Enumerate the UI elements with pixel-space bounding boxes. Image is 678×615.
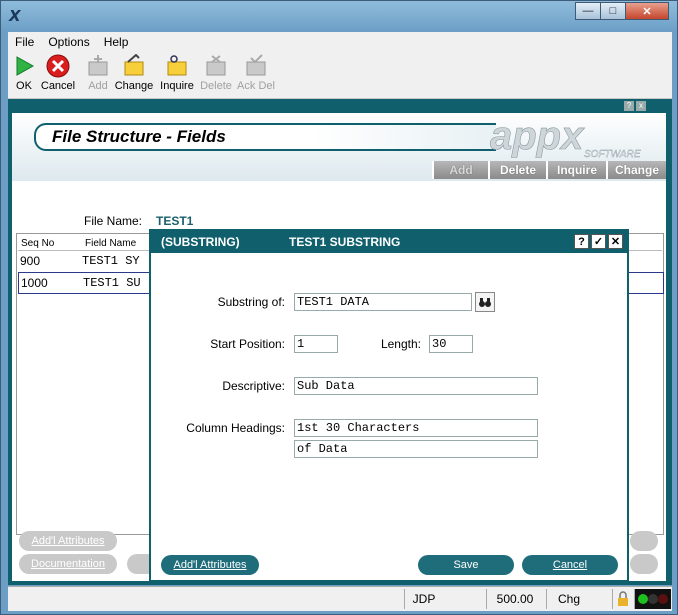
cancel-label: Cancel <box>40 80 76 92</box>
inquire-button[interactable]: Inquire <box>158 54 196 92</box>
add-label: Add <box>88 80 108 92</box>
menu-file[interactable]: File <box>8 35 41 49</box>
descriptive-label: Descriptive: <box>222 379 285 393</box>
menu-bar: File Options Help <box>8 32 672 52</box>
length-field[interactable]: 30 <box>429 335 473 353</box>
app-x-icon: X <box>9 7 21 25</box>
page-title: File Structure - Fields <box>52 127 226 146</box>
close-small-icon[interactable]: x <box>636 101 646 111</box>
cancel-button[interactable]: Cancel <box>522 555 618 575</box>
ack-delete-button[interactable]: Ack Del <box>236 54 276 92</box>
hidden-button-right-2[interactable] <box>630 554 658 574</box>
row-seq: 900 <box>20 254 41 268</box>
descriptive-field[interactable]: Sub Data <box>294 377 538 395</box>
svg-text:appx: appx <box>490 115 585 158</box>
dialog-title-bar: (SUBSTRING) TEST1 SUBSTRING ? ✓ ✕ <box>151 231 627 253</box>
row-seq: 1000 <box>21 276 48 290</box>
help-small-icon[interactable]: ? <box>624 101 634 111</box>
ok-label: OK <box>16 80 32 92</box>
status-mode: Chg <box>546 589 591 609</box>
change-label: Change <box>114 80 154 92</box>
hidden-button-right[interactable] <box>630 531 658 551</box>
documentation-button[interactable]: Documentation <box>19 554 117 574</box>
menu-help[interactable]: Help <box>97 35 136 49</box>
add-icon <box>85 54 111 78</box>
column-heading-1-field[interactable]: 1st 30 Characters <box>294 419 538 437</box>
application-window: X — □ ✕ File Options Help OK Cancel Add … <box>0 0 678 615</box>
cancel-toolbar-button[interactable]: Cancel <box>40 54 76 92</box>
column-heading-2-field[interactable]: of Data <box>294 440 538 458</box>
traffic-light-icon <box>634 589 671 609</box>
minimize-button[interactable]: — <box>575 2 601 20</box>
tab-delete[interactable]: Delete <box>488 161 546 179</box>
file-name-label: File Name: <box>84 214 143 228</box>
substring-dialog: (SUBSTRING) TEST1 SUBSTRING ? ✓ ✕ Substr… <box>149 229 629 582</box>
appx-logo: appx SOFTWARE <box>482 114 662 160</box>
delete-button[interactable]: Delete <box>198 54 234 92</box>
dialog-controls: ? ✓ ✕ <box>572 234 623 249</box>
play-icon <box>11 54 37 78</box>
substring-of-label: Substring of: <box>217 295 285 309</box>
dialog-title-name: TEST1 SUBSTRING <box>289 235 401 249</box>
ack-delete-label: Ack Del <box>237 80 275 92</box>
toolbar: OK Cancel Add Change Inquire Delete Ack … <box>8 52 672 99</box>
tab-change[interactable]: Change <box>606 161 666 179</box>
close-icon[interactable]: ✕ <box>608 234 623 249</box>
close-button[interactable]: ✕ <box>625 2 669 20</box>
change-button[interactable]: Change <box>114 54 154 92</box>
title-bar: X — □ ✕ <box>1 1 677 31</box>
status-user: JDP <box>404 589 443 609</box>
add-button[interactable]: Add <box>84 54 112 92</box>
mode-tabs: Add Delete Inquire Change <box>432 161 666 179</box>
inquire-icon <box>164 54 190 78</box>
binoculars-icon[interactable] <box>475 292 495 312</box>
lock-icon <box>612 589 633 609</box>
help-icon[interactable]: ? <box>574 234 589 249</box>
cancel-icon <box>45 54 71 78</box>
start-position-field[interactable]: 1 <box>294 335 338 353</box>
checkmark-icon[interactable]: ✓ <box>591 234 606 249</box>
length-label: Length: <box>380 337 421 351</box>
svg-text:SOFTWARE: SOFTWARE <box>584 149 641 159</box>
save-button[interactable]: Save <box>418 555 514 575</box>
dialog-title-type: (SUBSTRING) <box>161 235 240 249</box>
status-number: 500.00 <box>486 589 543 609</box>
addl-attributes-button[interactable]: Add'l Attributes <box>161 555 259 575</box>
inquire-label: Inquire <box>160 80 194 92</box>
delete-icon <box>203 54 229 78</box>
menu-options[interactable]: Options <box>41 35 96 49</box>
column-header-seq: Seq No <box>21 238 55 249</box>
start-position-label: Start Position: <box>210 337 285 351</box>
tab-inquire[interactable]: Inquire <box>546 161 606 179</box>
column-header-field: Field Name <box>85 238 137 249</box>
status-bar: JDP 500.00 Chg <box>8 586 672 611</box>
tab-add[interactable]: Add <box>432 161 488 179</box>
change-icon <box>121 54 147 78</box>
ack-delete-icon <box>243 54 269 78</box>
delete-label: Delete <box>200 80 232 92</box>
addl-attributes-bg-button[interactable]: Add'l Attributes <box>19 531 117 551</box>
file-name-value: TEST1 <box>156 214 194 228</box>
title-box: File Structure - Fields <box>34 123 496 151</box>
page-header: File Structure - Fields appx SOFTWARE Ad… <box>12 113 666 181</box>
window-controls: — □ ✕ <box>575 2 669 20</box>
ok-button[interactable]: OK <box>10 54 38 92</box>
column-headings-label: Column Headings: <box>186 421 285 435</box>
row-field: TEST1 SY <box>82 254 140 268</box>
row-field: TEST1 SU <box>83 276 141 290</box>
maximize-button[interactable]: □ <box>600 2 626 20</box>
substring-of-field[interactable]: TEST1 DATA <box>294 293 472 311</box>
